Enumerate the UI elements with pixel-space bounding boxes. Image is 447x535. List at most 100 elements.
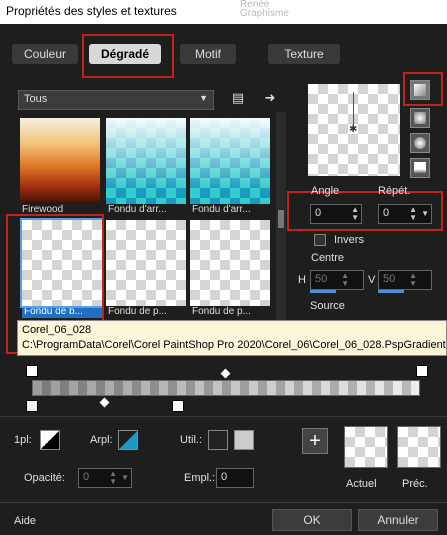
sunburst-icon [414,162,426,174]
spinner-arrows-icon[interactable]: ▲ ▼ [409,272,417,288]
user-swatch-dark[interactable] [208,430,228,450]
h-slider[interactable] [310,290,336,293]
tab-motif[interactable]: Motif [180,44,236,64]
tab-label: Motif [194,47,221,61]
v-slider[interactable] [378,290,404,293]
invert-label: Invers [334,234,364,246]
gradient-thumbnail [190,220,270,306]
location-value: 0 [221,471,228,483]
linear-icon [414,84,426,96]
previous-thumbnail[interactable] [397,426,441,468]
gradient-item[interactable]: Fondu de p... [190,220,270,318]
category-dropdown[interactable]: Tous ▼ [18,90,214,110]
tab-label: Couleur [23,47,67,61]
gradient-thumbnail [106,118,186,204]
current-thumbnail [344,426,388,468]
chevron-down-icon[interactable]: ▼ [421,210,429,218]
spinner-arrows-icon[interactable]: ▲ ▼ [341,272,349,288]
divider [0,416,447,417]
rectangular-icon [414,112,426,124]
ok-label: OK [303,513,321,527]
repeat-label: Répét. [378,185,411,197]
gradient-label: Fondu de p... [192,306,251,317]
h-value: 50 [315,273,328,285]
grid-scrollbar[interactable] [276,112,286,330]
chevron-down-icon[interactable]: ▼ [121,474,129,482]
bottom-stop-left[interactable] [26,400,38,412]
angle-field[interactable]: 0 ▲ ▼ [310,204,362,224]
palette-icon[interactable]: ▤ [230,90,246,106]
window-titlebar: Propriétés des styles et textures [0,0,447,24]
radial-icon [414,137,426,149]
spinner-arrows-icon[interactable]: ▲ ▼ [409,206,417,222]
tooltip: Corel_06_028 C:\ProgramData\Corel\Corel … [17,320,447,356]
bottom-stop-mid[interactable] [172,400,184,412]
location-field[interactable]: 0 [216,468,254,488]
background-swatch[interactable] [118,430,138,450]
tooltip-name: Corel_06_028 [22,324,92,336]
gradient-ramp[interactable] [32,380,420,396]
util-label: Util.: [180,434,202,446]
plus-icon[interactable]: + [302,428,328,454]
opacity-field[interactable]: 0 ▲ ▼ ▼ [78,468,132,488]
repeat-field[interactable]: 0 ▲ ▼ ▼ [378,204,432,224]
gradient-thumbnail [190,118,270,204]
previous-label: Préc. [402,478,428,490]
midpoint-diamond[interactable] [220,368,231,379]
cancel-label: Annuler [377,513,419,527]
top-stop-right[interactable] [416,365,428,377]
repeat-value: 0 [383,207,390,219]
style-sunburst-button[interactable] [410,158,430,178]
v-value: 50 [383,273,396,285]
spinner-arrows-icon[interactable]: ▲ ▼ [351,206,359,222]
gradient-item[interactable]: Fondu d'arr... [106,118,186,216]
source-label: Source [310,300,345,312]
gradient-thumbnail [106,220,186,306]
chevron-down-icon: ▼ [199,93,208,103]
style-radial-button[interactable] [410,133,430,153]
tab-label: Texture [284,47,324,61]
tab-texture[interactable]: Texture [268,44,340,64]
opacity-value: 0 [83,471,90,483]
midpoint-diamond[interactable] [99,397,110,408]
h-label: H [298,274,306,286]
window-title: Propriétés des styles et textures [6,4,177,18]
scrollbar-thumb[interactable] [278,210,284,228]
invert-checkbox[interactable] [314,234,326,246]
foreground-swatch[interactable] [40,430,60,450]
highlight-box-tab [82,34,174,78]
v-label: V [368,274,376,286]
angle-label: Angle [311,185,340,197]
gradient-preview[interactable]: ✱ [308,84,400,176]
gradient-item[interactable]: Fondu d'arr... [190,118,270,216]
center-label: Centre [311,252,345,264]
center-v-field[interactable]: 50 ▲ ▼ [378,270,432,290]
category-selected: Tous [24,93,48,105]
style-rectangular-button[interactable] [410,108,430,128]
tab-bar: Couleur Dégradé Motif Texture [0,38,447,70]
gradient-label: Fondu d'arr... [108,204,167,215]
style-linear-button[interactable] [410,80,430,100]
divider [0,502,447,503]
spinner-arrows-icon[interactable]: ▲ ▼ [109,470,117,486]
watermark: Renée Graphisme [240,0,289,19]
current-label: Actuel [346,478,377,490]
opacity-label: Opacité: [24,472,65,484]
angle-value: 0 [315,207,322,219]
tab-couleur[interactable]: Couleur [12,44,78,64]
gradient-label: Fondu de p... [108,306,167,317]
empl-label: Empl.: [184,472,216,484]
star-icon: ✱ [349,124,358,135]
cancel-button[interactable]: Annuler [358,509,438,531]
gradient-item[interactable]: Firewood [20,118,100,216]
tooltip-path: C:\ProgramData\Corel\Corel PaintShop Pro… [22,339,446,351]
user-swatch-light[interactable] [234,430,254,450]
top-stop-left[interactable] [26,365,38,377]
center-h-field[interactable]: 50 ▲ ▼ [310,270,364,290]
pl-label: 1pl: [14,434,32,446]
ok-button[interactable]: OK [272,509,352,531]
gradient-item[interactable]: Fondu de p... [106,220,186,318]
help-link[interactable]: Aide [14,515,36,527]
arrow-right-icon[interactable]: ➜ [262,90,278,106]
arpl-label: Arpl: [90,434,113,446]
